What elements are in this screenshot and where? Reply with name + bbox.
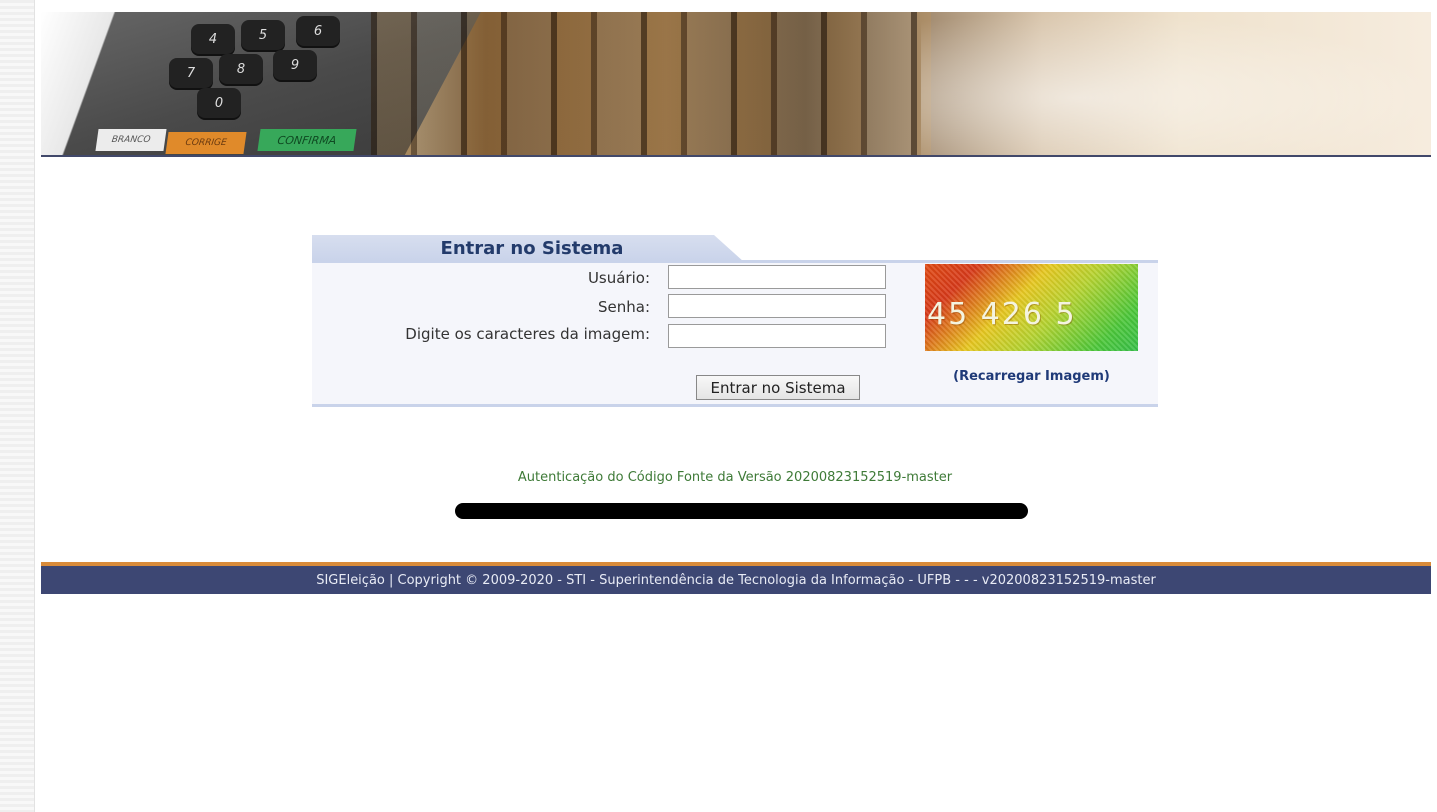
keypad-corrige-label: CORRIGE: [165, 132, 247, 154]
captcha-input[interactable]: [668, 324, 886, 348]
login-title: Entrar no Sistema: [440, 238, 624, 259]
usuario-input[interactable]: [668, 265, 886, 289]
footer: SIGEleição | Copyright © 2009-2020 - STI…: [41, 562, 1431, 594]
left-scroll-strip: [0, 0, 35, 812]
senha-input[interactable]: [668, 294, 886, 318]
keypad-key: 6: [296, 16, 340, 46]
reload-captcha-link[interactable]: (Recarregar Imagem): [925, 369, 1138, 384]
keypad-key: 7: [169, 58, 213, 88]
page: 4 5 6 7 8 9 0 BRANCO CORRIGE CONFIRMA En…: [0, 0, 1437, 812]
captcha-image: 45 426 5: [925, 264, 1138, 351]
captcha-label: Digite os caracteres da imagem:: [405, 325, 650, 343]
keypad-key: 5: [241, 20, 285, 50]
senha-label: Senha:: [597, 298, 650, 316]
version-authentication-link[interactable]: Autenticação do Código Fonte da Versão 2…: [312, 470, 1158, 485]
keypad-key: 4: [191, 24, 235, 54]
banner-building-image: [371, 12, 931, 155]
keypad-key: 0: [197, 88, 241, 118]
captcha-characters: 45 426 5: [927, 297, 1077, 332]
redaction-bar: [455, 503, 1028, 519]
header-banner: 4 5 6 7 8 9 0 BRANCO CORRIGE CONFIRMA: [41, 12, 1431, 157]
keypad-key: 8: [219, 54, 263, 84]
keypad-branco-label: BRANCO: [95, 129, 167, 151]
login-submit-button[interactable]: Entrar no Sistema: [696, 375, 860, 400]
keypad-key: 9: [273, 50, 317, 80]
footer-copyright-text: SIGEleição | Copyright © 2009-2020 - STI…: [316, 572, 1156, 588]
usuario-label: Usuário:: [587, 269, 650, 287]
keypad-confirma-label: CONFIRMA: [257, 129, 357, 151]
